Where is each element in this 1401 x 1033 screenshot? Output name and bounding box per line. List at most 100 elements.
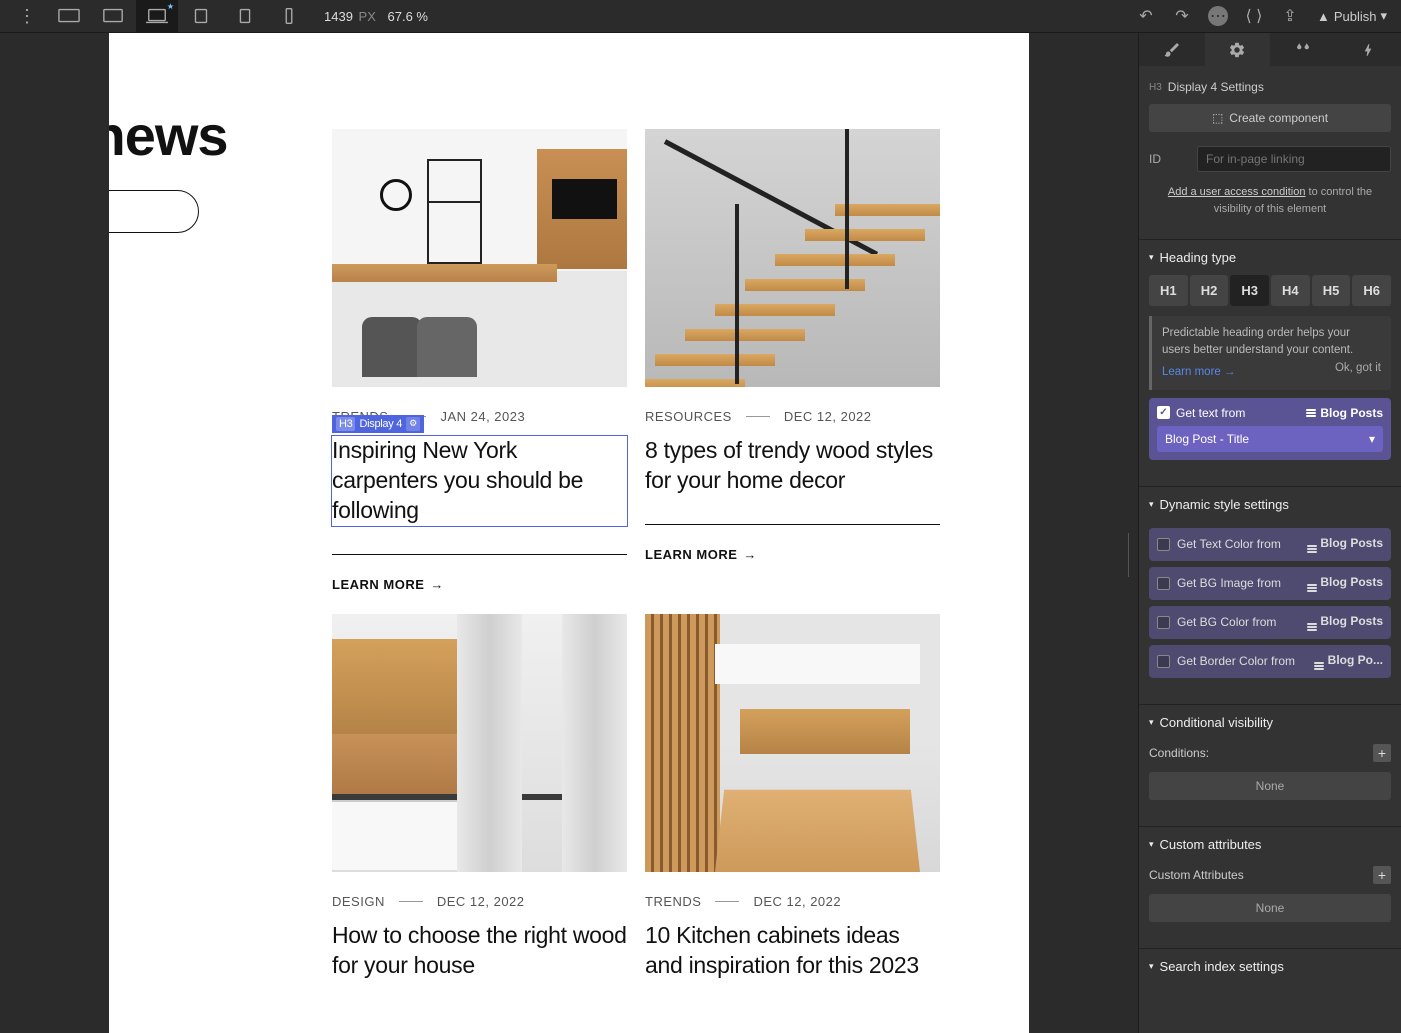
undo-button[interactable]: ↶ xyxy=(1131,1,1161,31)
card-title-text: Inspiring New York carpenters you should… xyxy=(332,437,583,523)
divider-icon xyxy=(399,901,423,902)
binding-field-dropdown[interactable]: Blog Post - Title ▾ xyxy=(1157,426,1383,452)
card-date: DEC 12, 2022 xyxy=(753,894,841,909)
section-custom-attributes[interactable]: Custom attributes xyxy=(1139,827,1401,862)
canvas-dimensions: 1439 PX 67.6 % xyxy=(324,9,428,24)
device-laptop[interactable] xyxy=(136,0,178,33)
learn-more-label: LEARN MORE xyxy=(332,577,424,592)
breadcrumb: H3 Display 4 Settings xyxy=(1149,80,1391,94)
dismiss-note[interactable]: Ok, got it xyxy=(1335,360,1381,377)
divider-icon xyxy=(715,901,739,902)
divider xyxy=(645,524,940,525)
selection-tag: H3 xyxy=(336,417,355,431)
id-input[interactable] xyxy=(1197,146,1391,172)
card-date: DEC 12, 2022 xyxy=(784,409,872,424)
dyn-source: Blog Po... xyxy=(1328,653,1383,667)
card-category: DESIGN xyxy=(332,894,385,909)
learn-more-link[interactable]: LEARN MORE → xyxy=(332,577,627,592)
redo-button[interactable]: ↷ xyxy=(1167,1,1197,31)
learn-more-label: LEARN MORE xyxy=(645,547,737,562)
card-title[interactable]: How to choose the right wood for your ho… xyxy=(332,921,627,981)
dyn-label: Get BG Image from xyxy=(1177,576,1281,590)
card-image xyxy=(332,129,627,387)
heading-type-group: H1 H2 H3 H4 H5 H6 xyxy=(1149,275,1391,306)
blog-card[interactable]: RESOURCES DEC 12, 2022 8 types of trendy… xyxy=(645,129,940,592)
breadcrumb-label: Display 4 Settings xyxy=(1168,80,1264,94)
code-icon[interactable]: ⟨ ⟩ xyxy=(1239,1,1269,31)
top-toolbar: ⋮ 1439 PX 67.6 % ↶ ↷ ⋯ ⟨ ⟩ ⇪ ▲ Publish ▾ xyxy=(0,0,1401,33)
collection-icon xyxy=(1307,584,1317,592)
collection-icon xyxy=(1306,409,1316,417)
add-condition-button[interactable]: + xyxy=(1373,744,1391,762)
access-link[interactable]: Add a user access condition xyxy=(1168,186,1306,198)
blog-card[interactable]: DESIGN DEC 12, 2022 How to choose the ri… xyxy=(332,614,627,981)
section-search-index[interactable]: Search index settings xyxy=(1139,949,1401,984)
create-component-button[interactable]: ⬚ Create component xyxy=(1149,104,1391,132)
dyn-border-color[interactable]: Get Border Color from Blog Po... xyxy=(1149,645,1391,678)
chevron-down-icon: ▾ xyxy=(1369,432,1375,446)
dyn-label: Get Border Color from xyxy=(1177,654,1295,668)
canvas-zoom: 67.6 % xyxy=(388,9,428,24)
conditions-label: Conditions: xyxy=(1149,746,1209,760)
device-xl[interactable] xyxy=(48,0,90,33)
dyn-label: Get Text Color from xyxy=(1177,537,1281,551)
dyn-source: Blog Posts xyxy=(1320,614,1383,628)
search-input[interactable]: ticles xyxy=(109,190,199,233)
resize-handle[interactable] xyxy=(1128,533,1138,577)
card-title[interactable]: 8 types of trendy wood styles for your h… xyxy=(645,436,940,496)
brush-icon xyxy=(1163,41,1181,59)
section-dynamic-style[interactable]: Dynamic style settings xyxy=(1139,487,1401,522)
tab-settings[interactable] xyxy=(1205,33,1271,66)
card-category: TRENDS xyxy=(645,894,701,909)
checkbox[interactable] xyxy=(1157,577,1170,590)
device-tablet[interactable] xyxy=(180,0,222,33)
attributes-none: None xyxy=(1149,894,1391,922)
checkbox[interactable] xyxy=(1157,616,1170,629)
device-phone[interactable] xyxy=(268,0,310,33)
learn-more-link[interactable]: LEARN MORE → xyxy=(645,547,940,562)
dyn-bg-image[interactable]: Get BG Image from Blog Posts xyxy=(1149,567,1391,600)
heading-h2[interactable]: H2 xyxy=(1190,275,1229,306)
heading-h4[interactable]: H4 xyxy=(1271,275,1310,306)
divider xyxy=(332,554,627,555)
tab-interactions[interactable] xyxy=(1270,33,1336,66)
section-conditional-visibility[interactable]: Conditional visibility xyxy=(1139,705,1401,740)
selection-label[interactable]: H3 Display 4 ⚙ xyxy=(332,415,424,433)
collection-icon xyxy=(1307,545,1317,553)
collection-icon xyxy=(1314,662,1324,670)
selection-class: Display 4 xyxy=(359,417,402,431)
blog-card[interactable]: TRENDS DEC 12, 2022 10 Kitchen cabinets … xyxy=(645,614,940,981)
add-attribute-button[interactable]: + xyxy=(1373,866,1391,884)
checkbox[interactable] xyxy=(1157,655,1170,668)
heading-h6[interactable]: H6 xyxy=(1352,275,1391,306)
dyn-bg-color[interactable]: Get BG Color from Blog Posts xyxy=(1149,606,1391,639)
card-title[interactable]: 10 Kitchen cabinets ideas and inspiratio… xyxy=(645,921,940,981)
get-text-checkbox[interactable] xyxy=(1157,406,1170,419)
design-canvas[interactable]: est news ticles ES xyxy=(109,33,1029,1033)
menu-kebab-icon[interactable]: ⋮ xyxy=(8,6,46,27)
publish-button[interactable]: ▲ Publish ▾ xyxy=(1311,8,1393,24)
card-image xyxy=(332,614,627,872)
blog-card[interactable]: TRENDS JAN 24, 2023 H3 Display 4 ⚙ Inspi… xyxy=(332,129,627,592)
source-collection: Blog Posts xyxy=(1320,406,1383,420)
heading-h5[interactable]: H5 xyxy=(1312,275,1351,306)
learn-more-link[interactable]: Learn more → xyxy=(1162,364,1236,381)
settings-panel: H3 Display 4 Settings ⬚ Create component… xyxy=(1138,33,1401,1033)
conditions-none: None xyxy=(1149,772,1391,800)
section-heading-type[interactable]: Heading type xyxy=(1139,240,1401,275)
arrow-right-icon: → xyxy=(743,547,757,562)
tab-effects[interactable] xyxy=(1336,33,1401,66)
gear-icon[interactable]: ⚙ xyxy=(406,417,420,431)
binding-field-label: Blog Post - Title xyxy=(1165,432,1249,446)
device-lg[interactable] xyxy=(92,0,134,33)
export-icon[interactable]: ⇪ xyxy=(1275,1,1305,31)
card-title-selected[interactable]: H3 Display 4 ⚙ Inspiring New York carpen… xyxy=(332,436,627,526)
heading-h3[interactable]: H3 xyxy=(1230,275,1269,306)
checkbox[interactable] xyxy=(1157,538,1170,551)
more-icon[interactable]: ⋯ xyxy=(1203,1,1233,31)
heading-h1[interactable]: H1 xyxy=(1149,275,1188,306)
dyn-text-color[interactable]: Get Text Color from Blog Posts xyxy=(1149,528,1391,561)
tab-style[interactable] xyxy=(1139,33,1205,66)
device-tablet-sm[interactable] xyxy=(224,0,266,33)
get-text-label: Get text from xyxy=(1176,406,1245,420)
